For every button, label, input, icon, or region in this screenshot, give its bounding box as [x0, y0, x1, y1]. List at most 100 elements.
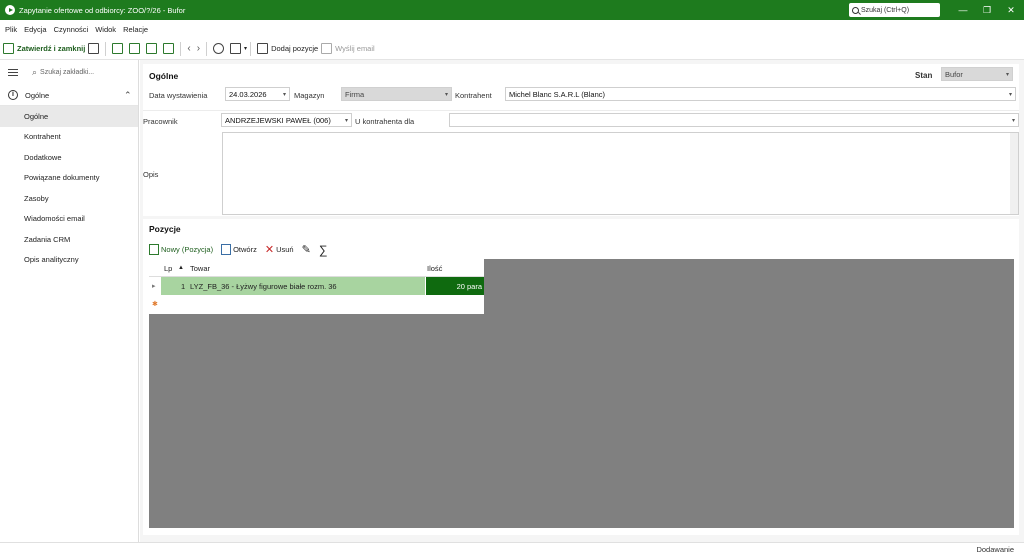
- add-items-button[interactable]: Dodaj pozycje: [257, 40, 318, 58]
- status-bar: Dodawanie: [0, 542, 1024, 556]
- minimize-icon[interactable]: —: [950, 0, 976, 20]
- save-close-button[interactable]: Zatwierdź i zamknij: [3, 40, 85, 58]
- row-lp: 1: [181, 282, 186, 291]
- search-icon: [852, 6, 859, 14]
- document-settings-button[interactable]: [129, 40, 143, 58]
- sort-asc-icon: ▲: [178, 265, 184, 271]
- global-search-input[interactable]: Szukaj (Ctrl+Q): [849, 3, 940, 17]
- description-label: Opis: [143, 170, 159, 179]
- info-icon: i: [8, 90, 18, 100]
- table-row[interactable]: 1 LYZ_FB_36 - Łyżwy figurowe białe rozm.…: [161, 277, 425, 295]
- menu-view[interactable]: Widok: [95, 25, 116, 34]
- print-button[interactable]: ▾: [230, 40, 247, 58]
- column-qty[interactable]: Ilość: [427, 264, 442, 273]
- chevron-down-icon: ▾: [444, 91, 448, 98]
- toolbar: Zatwierdź i zamknij ‹ › ▾ Dodaj pozycje …: [0, 38, 1024, 60]
- column-product[interactable]: Towar: [190, 264, 210, 273]
- sidebar-item-label: Powiązane dokumenty: [24, 173, 100, 183]
- contractor-field[interactable]: Michel Blanc S.A.R.L (Blanc) ▾: [505, 87, 1016, 101]
- sidebar-item-crm-tasks[interactable]: Zadania CRM: [0, 229, 138, 250]
- positions-grid: Lp ▲ Towar Ilość ▸ 1 LYZ_FB_36 - Łyżwy f…: [149, 259, 484, 314]
- document-button[interactable]: [112, 40, 126, 58]
- sidebar-item-general[interactable]: Ogólne: [0, 106, 138, 127]
- menu-edit[interactable]: Edycja: [24, 25, 47, 34]
- open-position-button[interactable]: Otwórz: [221, 244, 257, 255]
- chevron-down-icon[interactable]: ▾: [1009, 91, 1012, 98]
- sidebar-search-placeholder: Szukaj zakładki...: [40, 69, 95, 76]
- sidebar-group-general[interactable]: i Ogólne ⌃: [0, 85, 138, 106]
- employee-value: ANDRZEJEWSKI PAWEŁ (006): [225, 115, 331, 125]
- menu-actions[interactable]: Czynności: [54, 25, 89, 34]
- row-qty-cell[interactable]: 20 para: [426, 277, 484, 295]
- section-divider: [143, 110, 1019, 111]
- menu-file[interactable]: Plik: [5, 25, 17, 34]
- sum-icon: ∑: [318, 242, 328, 257]
- document-settings-icon: [129, 43, 141, 54]
- row-product: LYZ_FB_36 - Łyżwy figurowe białe rozm. 3…: [190, 282, 337, 291]
- at-contractor-field[interactable]: ▾: [449, 113, 1019, 127]
- sum-button[interactable]: ∑: [319, 243, 328, 257]
- contractor-value: Michel Blanc S.A.R.L (Blanc): [509, 89, 606, 99]
- restore-icon[interactable]: ❐: [974, 0, 1000, 20]
- pencil-icon: ✎: [301, 244, 311, 256]
- chevron-down-icon[interactable]: ▾: [244, 45, 247, 52]
- sidebar-item-contractor[interactable]: Kontrahent: [0, 127, 138, 148]
- save-new-button[interactable]: [88, 40, 102, 58]
- sidebar-item-analytic-description[interactable]: Opis analityczny: [0, 250, 138, 271]
- window-title: Zapytanie ofertowe od odbiorcy: ZOO/?/26…: [19, 5, 186, 15]
- sidebar-item-label: Ogólne: [24, 111, 49, 121]
- sidebar-item-resources[interactable]: Zasoby: [0, 188, 138, 209]
- chevron-down-icon[interactable]: ▾: [345, 117, 348, 124]
- title-bar: Zapytanie ofertowe od odbiorcy: ZOO/?/26…: [0, 0, 1024, 20]
- column-lp[interactable]: Lp: [164, 264, 172, 273]
- chevron-down-icon[interactable]: ▾: [1012, 117, 1015, 124]
- open-position-label: Otwórz: [233, 245, 257, 254]
- menu-relations[interactable]: Relacje: [123, 25, 148, 34]
- sidebar-item-label: Zadania CRM: [24, 234, 71, 244]
- sidebar-item-label: Zasoby: [24, 193, 49, 203]
- hamburger-icon[interactable]: [8, 69, 18, 76]
- save-icon: [3, 43, 14, 54]
- description-scrollbar[interactable]: [1010, 133, 1018, 214]
- toolbar-separator: [180, 41, 182, 56]
- new-position-label: Nowy (Pozycja): [161, 245, 214, 254]
- refresh-button[interactable]: [213, 40, 227, 58]
- issue-date-field[interactable]: 24.03.2026 ▾: [225, 87, 290, 101]
- row-pointer-icon: ▸: [152, 283, 156, 290]
- chevron-down-icon[interactable]: ▾: [283, 91, 286, 98]
- sidebar-item-additional[interactable]: Dodatkowe: [0, 147, 138, 168]
- sidebar-group-label: Ogólne: [25, 90, 50, 100]
- delete-position-button[interactable]: ✕ Usuń: [265, 243, 294, 256]
- chevron-left-icon[interactable]: ‹: [184, 43, 193, 54]
- global-search-placeholder: Szukaj (Ctrl+Q): [861, 6, 910, 14]
- add-items-label: Dodaj pozycje: [271, 44, 319, 53]
- sidebar-item-email-messages[interactable]: Wiadomości email: [0, 209, 138, 230]
- filter-button[interactable]: [146, 40, 160, 58]
- sidebar-item-related-documents[interactable]: Powiązane dokumenty: [0, 168, 138, 189]
- print-icon: [230, 43, 242, 54]
- description-textarea[interactable]: [222, 132, 1019, 215]
- employee-field[interactable]: ANDRZEJEWSKI PAWEŁ (006) ▾: [221, 113, 352, 127]
- chevron-right-icon[interactable]: ›: [194, 43, 203, 54]
- state-label: Stan: [915, 71, 933, 80]
- send-email-button[interactable]: Wyślij email: [321, 40, 375, 58]
- toolbar-separator: [250, 41, 252, 56]
- sidebar: ⌕ Szukaj zakładki... i Ogólne ⌃ Ogólne K…: [0, 60, 139, 542]
- grid-header: Lp ▲ Towar Ilość: [149, 259, 484, 277]
- toolbar-separator: [206, 41, 208, 56]
- new-row[interactable]: ✱: [149, 295, 484, 314]
- sidebar-search[interactable]: ⌕ Szukaj zakładki...: [0, 60, 138, 85]
- app-play-icon: [5, 5, 15, 15]
- refresh-icon: [213, 43, 225, 54]
- sidebar-item-label: Wiadomości email: [24, 214, 85, 224]
- approve-button[interactable]: [163, 40, 177, 58]
- at-contractor-label: U kontrahenta dla: [355, 117, 415, 126]
- close-icon[interactable]: ✕: [998, 0, 1024, 20]
- filter-icon: [146, 43, 158, 54]
- chevron-up-icon[interactable]: ⌃: [124, 90, 132, 101]
- new-position-button[interactable]: Nowy (Pozycja): [149, 244, 213, 255]
- positions-toolbar: Nowy (Pozycja) Otwórz ✕ Usuń ✎ ∑: [149, 240, 1019, 259]
- open-icon: [221, 244, 232, 255]
- edit-button[interactable]: ✎: [302, 243, 311, 256]
- state-field: Bufor ▾: [941, 67, 1013, 81]
